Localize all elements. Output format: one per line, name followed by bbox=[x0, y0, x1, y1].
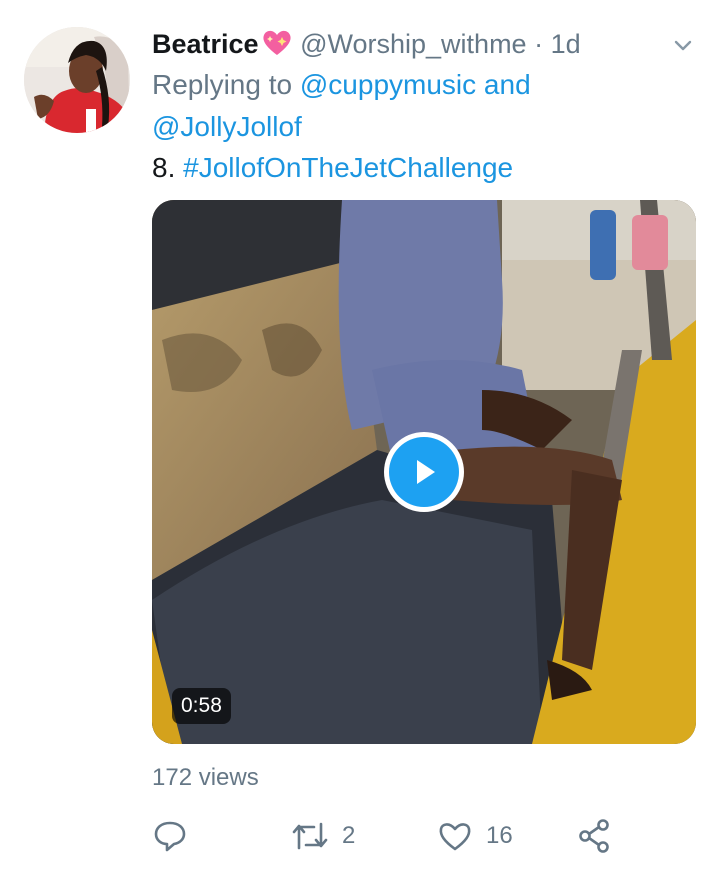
user-handle[interactable]: @Worship_withme bbox=[300, 29, 526, 59]
like-count: 16 bbox=[486, 822, 513, 849]
display-name[interactable]: Beatrice bbox=[152, 29, 259, 59]
play-icon bbox=[417, 460, 435, 484]
tweet-actions: 2 16 bbox=[152, 812, 692, 860]
share-icon bbox=[579, 819, 609, 853]
tweet-number: 8. bbox=[152, 152, 176, 183]
separator-dot: · bbox=[534, 29, 544, 59]
mention-cuppymusic[interactable]: @cuppymusic bbox=[300, 69, 476, 100]
reply-button[interactable] bbox=[152, 812, 188, 860]
retweet-count: 2 bbox=[342, 822, 356, 849]
share-button[interactable] bbox=[576, 812, 612, 860]
play-button-fill bbox=[389, 437, 459, 507]
replying-to-and: and bbox=[483, 69, 531, 100]
play-button[interactable] bbox=[384, 432, 464, 512]
timestamp[interactable]: 1d bbox=[551, 29, 581, 59]
video-player[interactable]: 0:58 bbox=[152, 200, 696, 744]
avatar-photo bbox=[24, 27, 130, 133]
chevron-down-icon[interactable] bbox=[668, 30, 698, 60]
mention-jollyjollof[interactable]: @JollyJollof bbox=[152, 111, 302, 142]
replying-to-label: Replying to bbox=[152, 69, 293, 100]
like-button[interactable]: 16 bbox=[436, 812, 513, 860]
tweet-text: 8. #JollofOnTheJetChallenge bbox=[152, 148, 513, 188]
heart-icon bbox=[439, 823, 471, 851]
sparkling-heart-icon bbox=[263, 30, 291, 55]
tweet-header: Beatrice @Worship_withme · 1d bbox=[152, 26, 700, 62]
video-duration: 0:58 bbox=[172, 688, 231, 724]
retweet-icon bbox=[292, 822, 328, 850]
avatar[interactable] bbox=[24, 27, 130, 133]
view-count: 172 views bbox=[152, 764, 259, 791]
replying-to: Replying to @cuppymusic and @JollyJollof bbox=[152, 64, 672, 148]
retweet-button[interactable]: 2 bbox=[290, 812, 355, 860]
reply-icon bbox=[154, 821, 186, 852]
hashtag-link[interactable]: #JollofOnTheJetChallenge bbox=[183, 152, 513, 183]
